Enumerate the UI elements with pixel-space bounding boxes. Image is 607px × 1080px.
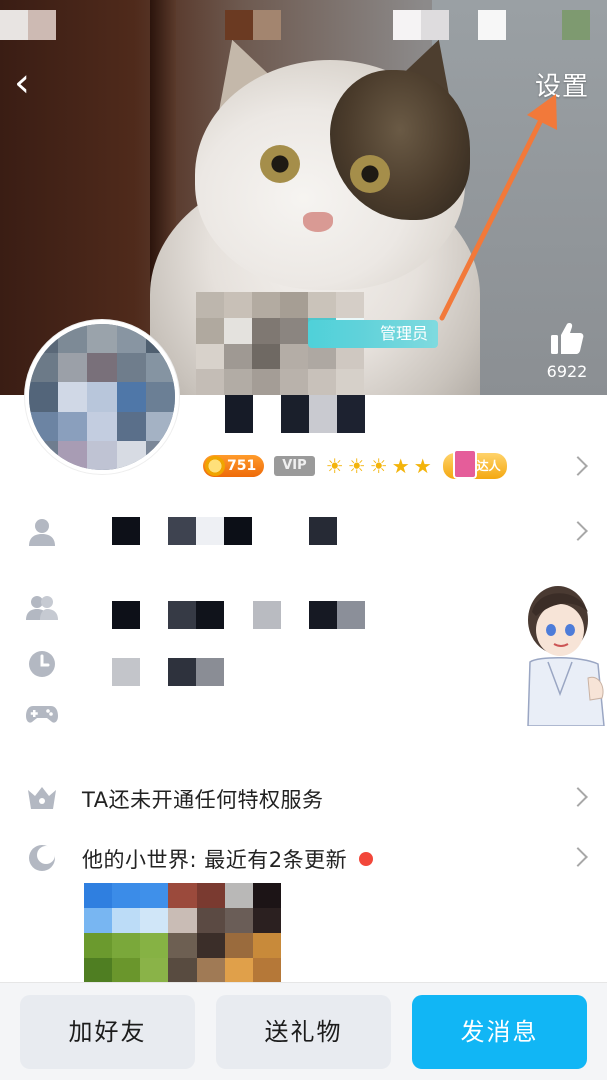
- redacted-block: [112, 658, 140, 686]
- nickname-mosaic-block: [337, 395, 365, 433]
- small-world-text[interactable]: 他的小世界: 最近有2条更新: [82, 844, 374, 874]
- status-bar-block: [562, 10, 590, 40]
- redacted-block: [168, 601, 196, 629]
- sun-level-icon: ☀: [347, 454, 366, 478]
- coin-badge: 751: [203, 455, 265, 477]
- redacted-block: [196, 601, 224, 629]
- info-chevron-icon[interactable]: [568, 521, 588, 541]
- status-bar-block: [393, 10, 421, 40]
- moon-icon: [26, 842, 58, 874]
- small-world-label: 他的小世界: 最近有2条更新: [82, 848, 348, 872]
- badge-row[interactable]: 751 VIP ☀ ☀ ☀ ★ ★ 达人: [203, 449, 507, 480]
- thumbs-up-icon: [551, 323, 584, 354]
- status-bar-block: [28, 10, 56, 40]
- crown-icon: [26, 782, 58, 814]
- cat-eye-right: [350, 155, 390, 193]
- avatar[interactable]: [25, 320, 179, 474]
- level-icons: ☀ ☀ ☀ ★ ★: [325, 456, 433, 476]
- status-bar-block: [421, 10, 449, 40]
- unread-dot: [359, 852, 374, 866]
- status-bar-block: [0, 10, 28, 40]
- like-count: 6922: [546, 362, 588, 381]
- redacted-block: [224, 517, 252, 545]
- redacted-block: [112, 517, 140, 545]
- send-gift-button[interactable]: 送礼物: [216, 995, 391, 1069]
- gamepad-icon: [26, 697, 58, 729]
- status-bar: [0, 10, 607, 40]
- like-button[interactable]: 6922: [540, 320, 594, 381]
- privilege-chevron-icon[interactable]: [568, 787, 588, 807]
- star-level-icon: ★: [413, 454, 432, 478]
- star-level-icon: ★: [391, 454, 410, 478]
- group-icon: [26, 592, 58, 624]
- nickname-mosaic-block: [281, 395, 309, 433]
- redacted-block: [112, 601, 140, 629]
- cat-eye-left: [260, 145, 300, 183]
- person-icon: [26, 516, 58, 548]
- small-world-thumbnail[interactable]: [84, 883, 281, 983]
- nickname-mosaic-block: [309, 395, 337, 433]
- clock-icon: [26, 648, 58, 680]
- privilege-text[interactable]: TA还未开通任何特权服务: [82, 784, 324, 814]
- redacted-block: [309, 601, 337, 629]
- redacted-block: [168, 658, 196, 686]
- small-world-chevron-icon[interactable]: [568, 847, 588, 867]
- cat-nose: [303, 212, 333, 232]
- redacted-block: [196, 658, 224, 686]
- redacted-block: [253, 601, 281, 629]
- vip-badge: VIP: [274, 456, 315, 476]
- add-friend-button[interactable]: 加好友: [20, 995, 195, 1069]
- redacted-block: [168, 517, 196, 545]
- status-bar-block: [253, 10, 281, 40]
- sun-level-icon: ☀: [369, 454, 388, 478]
- avatar-mosaic: [29, 324, 175, 470]
- settings-button[interactable]: 设置: [535, 66, 589, 103]
- back-button[interactable]: ‹: [14, 60, 44, 106]
- redacted-block: [309, 517, 337, 545]
- redacted-block: [196, 517, 224, 545]
- status-bar-block: [225, 10, 253, 40]
- nickname-mosaic-block: [225, 395, 253, 433]
- daren-badge: 达人: [442, 449, 507, 479]
- bottom-action-bar: 加好友 送礼物 发消息: [0, 982, 607, 1080]
- character-sticker[interactable]: [518, 582, 607, 726]
- badges-chevron-icon[interactable]: [568, 456, 588, 476]
- sun-level-icon: ☀: [325, 454, 344, 478]
- send-message-button[interactable]: 发消息: [412, 995, 587, 1069]
- redacted-block: [337, 601, 365, 629]
- status-bar-block: [478, 10, 506, 40]
- admin-tag: 管理员: [308, 320, 438, 348]
